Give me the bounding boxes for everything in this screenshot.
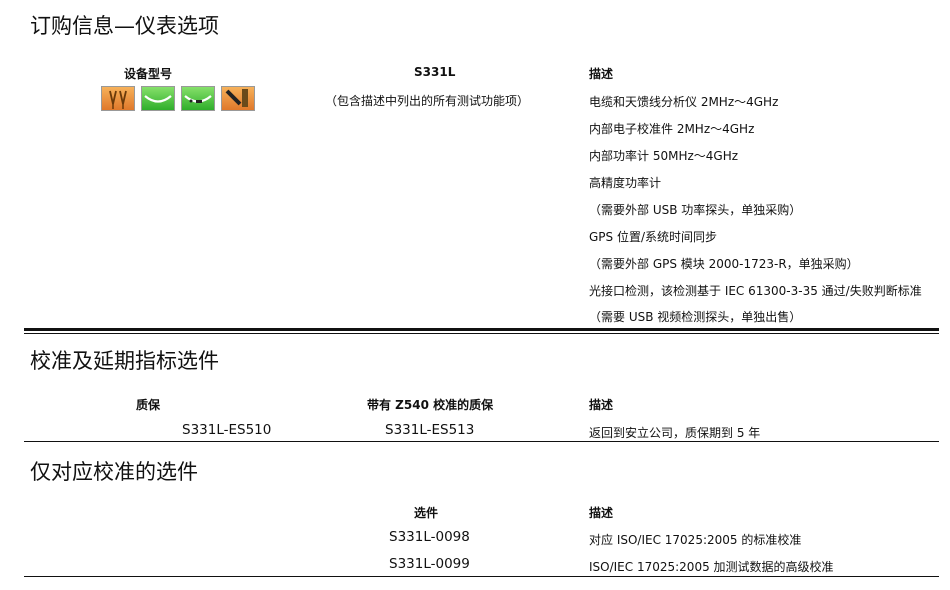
model-header: 设备型号 xyxy=(124,67,173,81)
usb-cable-icon xyxy=(181,86,215,111)
calibration-title: 校准及延期指标选件 xyxy=(30,349,219,373)
desc-item: 内部功率计 50MHz～4GHz xyxy=(589,149,739,163)
desc-item: （需要外部 GPS 模块 2000-1723-R，单独采购） xyxy=(589,257,859,271)
probe-icon xyxy=(221,86,255,111)
option-header: 选件 xyxy=(414,506,439,520)
cal-only-description-header: 描述 xyxy=(589,506,614,520)
desc-item: （需要 USB 视频检测探头，单独出售） xyxy=(589,310,802,324)
desc-item: 光接口检测，该检测基于 IEC 61300-3-35 通过/失败判断标准 xyxy=(589,284,922,298)
warranty-header: 质保 xyxy=(136,398,161,412)
section-divider-thin xyxy=(24,333,939,334)
cal-only-title: 仅对应校准的选件 xyxy=(30,460,198,484)
z540-warranty-header: 带有 Z540 校准的质保 xyxy=(367,398,494,412)
desc-item: 内部电子校准件 2MHz～4GHz xyxy=(589,122,755,136)
ordering-title: 订购信息—仪表选项 xyxy=(30,14,219,38)
warranty-code: S331L-ES510 xyxy=(182,422,272,438)
calibration-description: 返回到安立公司，质保期到 5 年 xyxy=(589,426,761,440)
calibration-description-header: 描述 xyxy=(589,398,614,412)
s331l-subtitle: （包含描述中列出的所有测试功能项） xyxy=(325,94,530,108)
cable-icon xyxy=(141,86,175,111)
desc-item: （需要外部 USB 功率探头，单独采购） xyxy=(589,203,802,217)
model-icons xyxy=(101,86,255,111)
section-divider xyxy=(24,328,939,331)
option-code: S331L-0098 xyxy=(389,529,470,545)
option-description: ISO/IEC 17025:2005 加测试数据的高级校准 xyxy=(589,560,834,574)
section-divider xyxy=(24,576,939,577)
desc-item: 高精度功率计 xyxy=(589,176,662,190)
section-divider xyxy=(24,441,939,442)
z540-warranty-code: S331L-ES513 xyxy=(385,422,475,438)
antenna-icon xyxy=(101,86,135,111)
option-description: 对应 ISO/IEC 17025:2005 的标准校准 xyxy=(589,533,802,547)
option-code: S331L-0099 xyxy=(389,556,470,572)
s331l-header: S331L xyxy=(414,65,456,79)
desc-item: 电缆和天馈线分析仪 2MHz～4GHz xyxy=(589,95,779,109)
desc-item: GPS 位置/系统时间同步 xyxy=(589,230,718,244)
description-header: 描述 xyxy=(589,67,614,81)
